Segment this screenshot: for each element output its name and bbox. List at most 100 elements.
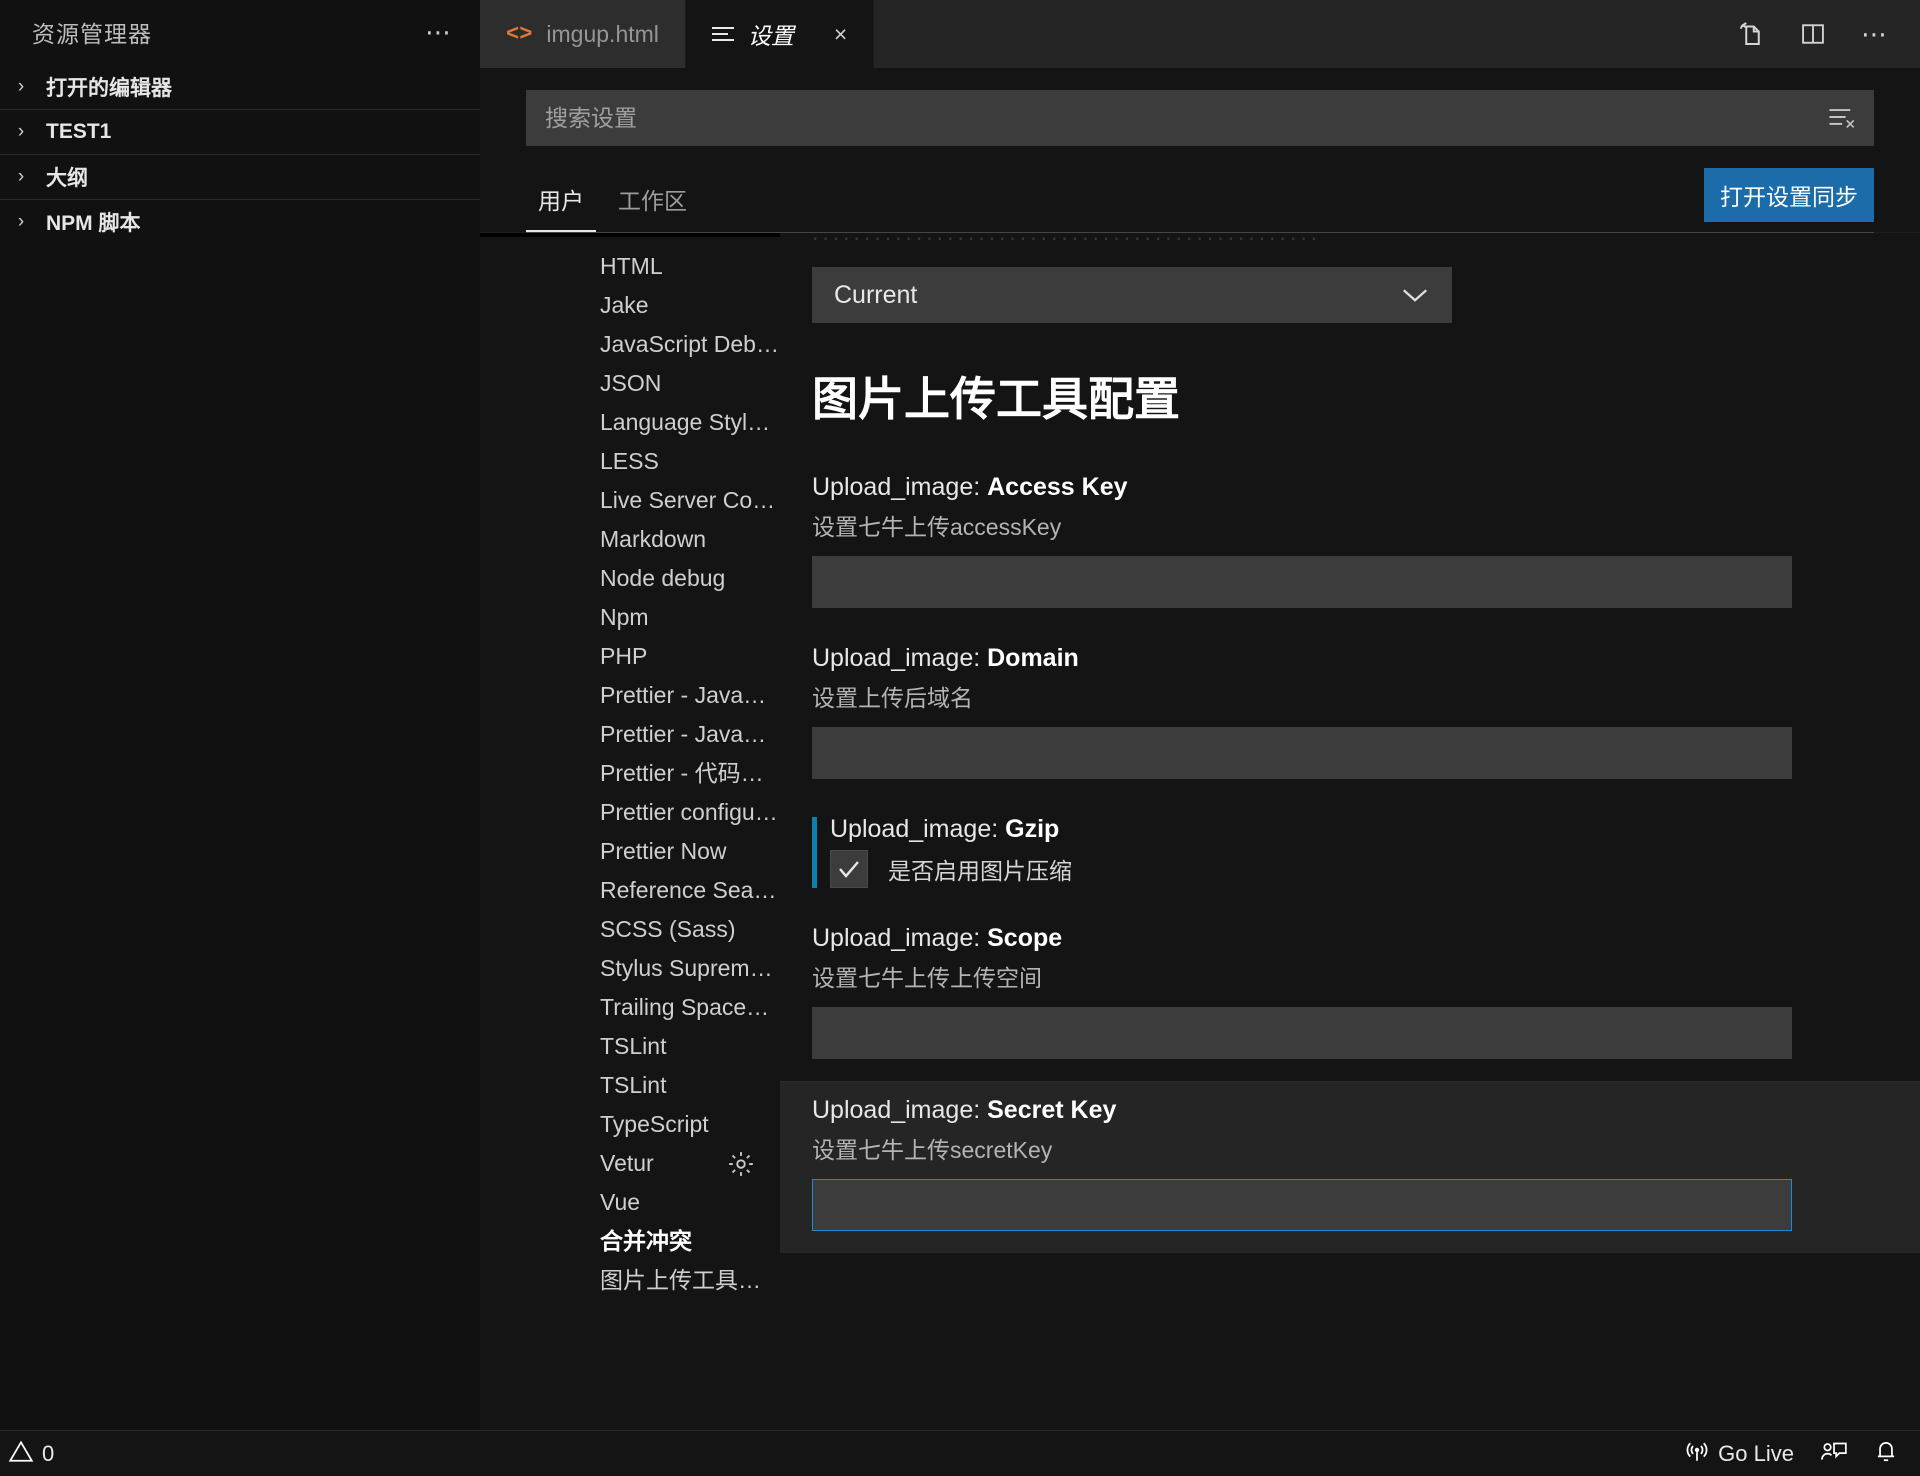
- setting-prefix: Upload_image:: [812, 644, 988, 672]
- toc-item-npm[interactable]: Npm: [480, 598, 780, 637]
- setting-key: Access Key: [987, 473, 1128, 501]
- ellipsis-icon[interactable]: ⋯: [425, 19, 454, 45]
- toc-item-html[interactable]: HTML: [480, 247, 780, 286]
- toc-item-json[interactable]: JSON: [480, 364, 780, 403]
- setting-title: Upload_image: Gzip: [830, 815, 1920, 844]
- bell-icon: [1874, 1438, 1898, 1470]
- setting-title: Upload_image: Secret Key: [812, 1096, 1920, 1125]
- toc-item-vue[interactable]: Vue: [480, 1183, 780, 1222]
- status-notifications[interactable]: [1874, 1438, 1898, 1470]
- toc-item-live-server-config[interactable]: Live Server Config: [480, 481, 780, 520]
- toc-item-reference-search[interactable]: Reference Search ...: [480, 871, 780, 910]
- toc-item-prettier-javascript-1[interactable]: Prettier - JavaScri...: [480, 676, 780, 715]
- tab-workspace-label: 工作区: [618, 188, 687, 214]
- tabbar-spacer: [874, 0, 1705, 68]
- setting-title: Upload_image: Scope: [812, 924, 1920, 953]
- chevron-right-icon: ›: [17, 166, 25, 187]
- more-actions-icon[interactable]: ⋯: [1861, 21, 1890, 47]
- setting-key: Scope: [987, 924, 1063, 952]
- toc-item-tslint-2[interactable]: TSLint: [480, 1066, 780, 1105]
- toc-item-trailing-spaces[interactable]: Trailing Spaces C...: [480, 988, 780, 1027]
- status-feedback[interactable]: [1820, 1438, 1848, 1470]
- chevron-down-icon: [1400, 281, 1430, 310]
- clear-filters-icon[interactable]: [1826, 104, 1856, 135]
- settings-header: 用户 工作区 打开设置同步: [480, 68, 1920, 232]
- gear-icon[interactable]: [726, 1149, 756, 1183]
- settings-search-wrap: [526, 90, 1874, 146]
- setting-prefix: Upload_image:: [830, 815, 1006, 843]
- toc-item-language-stylus[interactable]: Language Stylus ...: [480, 403, 780, 442]
- toc-item-stylus-supremacy[interactable]: Stylus Supremacy: [480, 949, 780, 988]
- tab-settings[interactable]: 设置 ×: [685, 0, 875, 68]
- setting-description: 设置上传后域名: [812, 685, 973, 711]
- sidebar-item-npm-scripts[interactable]: › NPM 脚本: [0, 199, 480, 244]
- toc-item-node-debug[interactable]: Node debug: [480, 559, 780, 598]
- broadcast-icon: [1684, 1438, 1710, 1470]
- explorer-header: 资源管理器 ⋯: [0, 0, 480, 64]
- setting-row-secret-key: Upload_image: Secret Key 设置七牛上传secretKey: [780, 1081, 1920, 1253]
- toc-item-prettier-javascript-2[interactable]: Prettier - JavaScri...: [480, 715, 780, 754]
- gzip-checkbox[interactable]: [830, 850, 868, 888]
- tab-workspace[interactable]: 工作区: [606, 176, 699, 232]
- open-settings-sync-button[interactable]: 打开设置同步: [1704, 168, 1874, 222]
- settings-toc[interactable]: HTML Jake JavaScript Debug... JSON Langu…: [480, 233, 780, 1430]
- toc-item-prettier-configuration[interactable]: Prettier configurat...: [480, 793, 780, 832]
- tab-label: imgup.html: [546, 20, 659, 47]
- toc-item-image-upload-config[interactable]: 图片上传工具配置: [480, 1261, 780, 1300]
- tab-label: 设置: [747, 23, 794, 49]
- tab-imgup-html[interactable]: <> imgup.html: [480, 0, 686, 68]
- gzip-checkbox-label: 是否启用图片压缩: [888, 858, 1072, 884]
- setting-key: Domain: [987, 644, 1079, 672]
- toc-item-less[interactable]: LESS: [480, 442, 780, 481]
- status-go-live[interactable]: Go Live: [1684, 1438, 1794, 1470]
- explorer-sidebar: 资源管理器 ⋯ › 打开的编辑器 › TEST1 › 大纲 › NPM 脚本: [0, 0, 480, 1430]
- close-icon[interactable]: ×: [834, 21, 847, 48]
- sidebar-item-test1[interactable]: › TEST1: [0, 109, 480, 154]
- toc-item-tslint-1[interactable]: TSLint: [480, 1027, 780, 1066]
- toc-item-php[interactable]: PHP: [480, 637, 780, 676]
- sidebar-item-open-editors[interactable]: › 打开的编辑器: [0, 64, 480, 109]
- gzip-checkbox-row[interactable]: 是否启用图片压缩: [830, 850, 1920, 888]
- status-problems[interactable]: 0: [8, 1439, 54, 1469]
- toc-item-markdown[interactable]: Markdown: [480, 520, 780, 559]
- access-key-input[interactable]: [812, 556, 1792, 608]
- sidebar-item-outline[interactable]: › 大纲: [0, 154, 480, 199]
- open-settings-json-icon[interactable]: [1735, 19, 1765, 49]
- scope-dropdown[interactable]: Current: [812, 267, 1452, 323]
- toc-item-scss-sass[interactable]: SCSS (Sass): [480, 910, 780, 949]
- status-bar: 0 Go Live: [0, 1430, 1920, 1476]
- settings-scope-tabs-row: 用户 工作区 打开设置同步: [526, 168, 1874, 232]
- toc-item-typescript[interactable]: TypeScript: [480, 1105, 780, 1144]
- sidebar-item-label: 打开的编辑器: [46, 76, 172, 100]
- toc-item-vetur[interactable]: Vetur: [480, 1144, 780, 1183]
- status-problems-count: 0: [42, 1440, 55, 1466]
- status-bar-left: 0: [8, 1439, 54, 1469]
- setting-prefix: Upload_image:: [812, 924, 988, 952]
- secret-key-input[interactable]: [812, 1179, 1792, 1231]
- html-file-icon: <>: [506, 21, 533, 47]
- split-editor-icon[interactable]: [1799, 20, 1827, 48]
- feedback-icon: [1820, 1438, 1848, 1470]
- toc-item-merge-conflict[interactable]: 合并冲突: [480, 1222, 780, 1261]
- toc-item-prettier-now[interactable]: Prettier Now: [480, 832, 780, 871]
- setting-row-domain: Upload_image: Domain 设置上传后域名: [812, 630, 1920, 801]
- toc-scroll-indicator[interactable]: [480, 233, 780, 237]
- editor-area: <> imgup.html 设置 × ⋯ 搜索设置 用户 工作区 打开设置同步 …: [480, 0, 1920, 1430]
- warning-triangle-icon: [8, 1439, 34, 1469]
- tab-user[interactable]: 用户: [526, 176, 596, 232]
- domain-input[interactable]: [812, 727, 1792, 779]
- toc-item-prettier-code-format[interactable]: Prettier - 代码格式...: [480, 754, 780, 793]
- settings-main: HTML Jake JavaScript Debug... JSON Langu…: [480, 233, 1920, 1430]
- settings-scope-tabs: 用户 工作区: [526, 176, 699, 232]
- setting-prefix: Upload_image:: [812, 473, 988, 501]
- toc-item-javascript-debug[interactable]: JavaScript Debug...: [480, 325, 780, 364]
- search-input[interactable]: [526, 90, 1874, 146]
- setting-key: Secret Key: [987, 1096, 1117, 1124]
- scope-input[interactable]: [812, 1007, 1792, 1059]
- sidebar-item-label: 大纲: [46, 167, 88, 190]
- setting-prefix: Upload_image:: [812, 1096, 988, 1124]
- toc-item-jake[interactable]: Jake: [480, 286, 780, 325]
- explorer-tree: › 打开的编辑器 › TEST1 › 大纲 › NPM 脚本: [0, 64, 480, 244]
- tab-user-label: 用户: [538, 188, 584, 214]
- setting-row-access-key: Upload_image: Access Key 设置七牛上传accessKey: [812, 459, 1920, 630]
